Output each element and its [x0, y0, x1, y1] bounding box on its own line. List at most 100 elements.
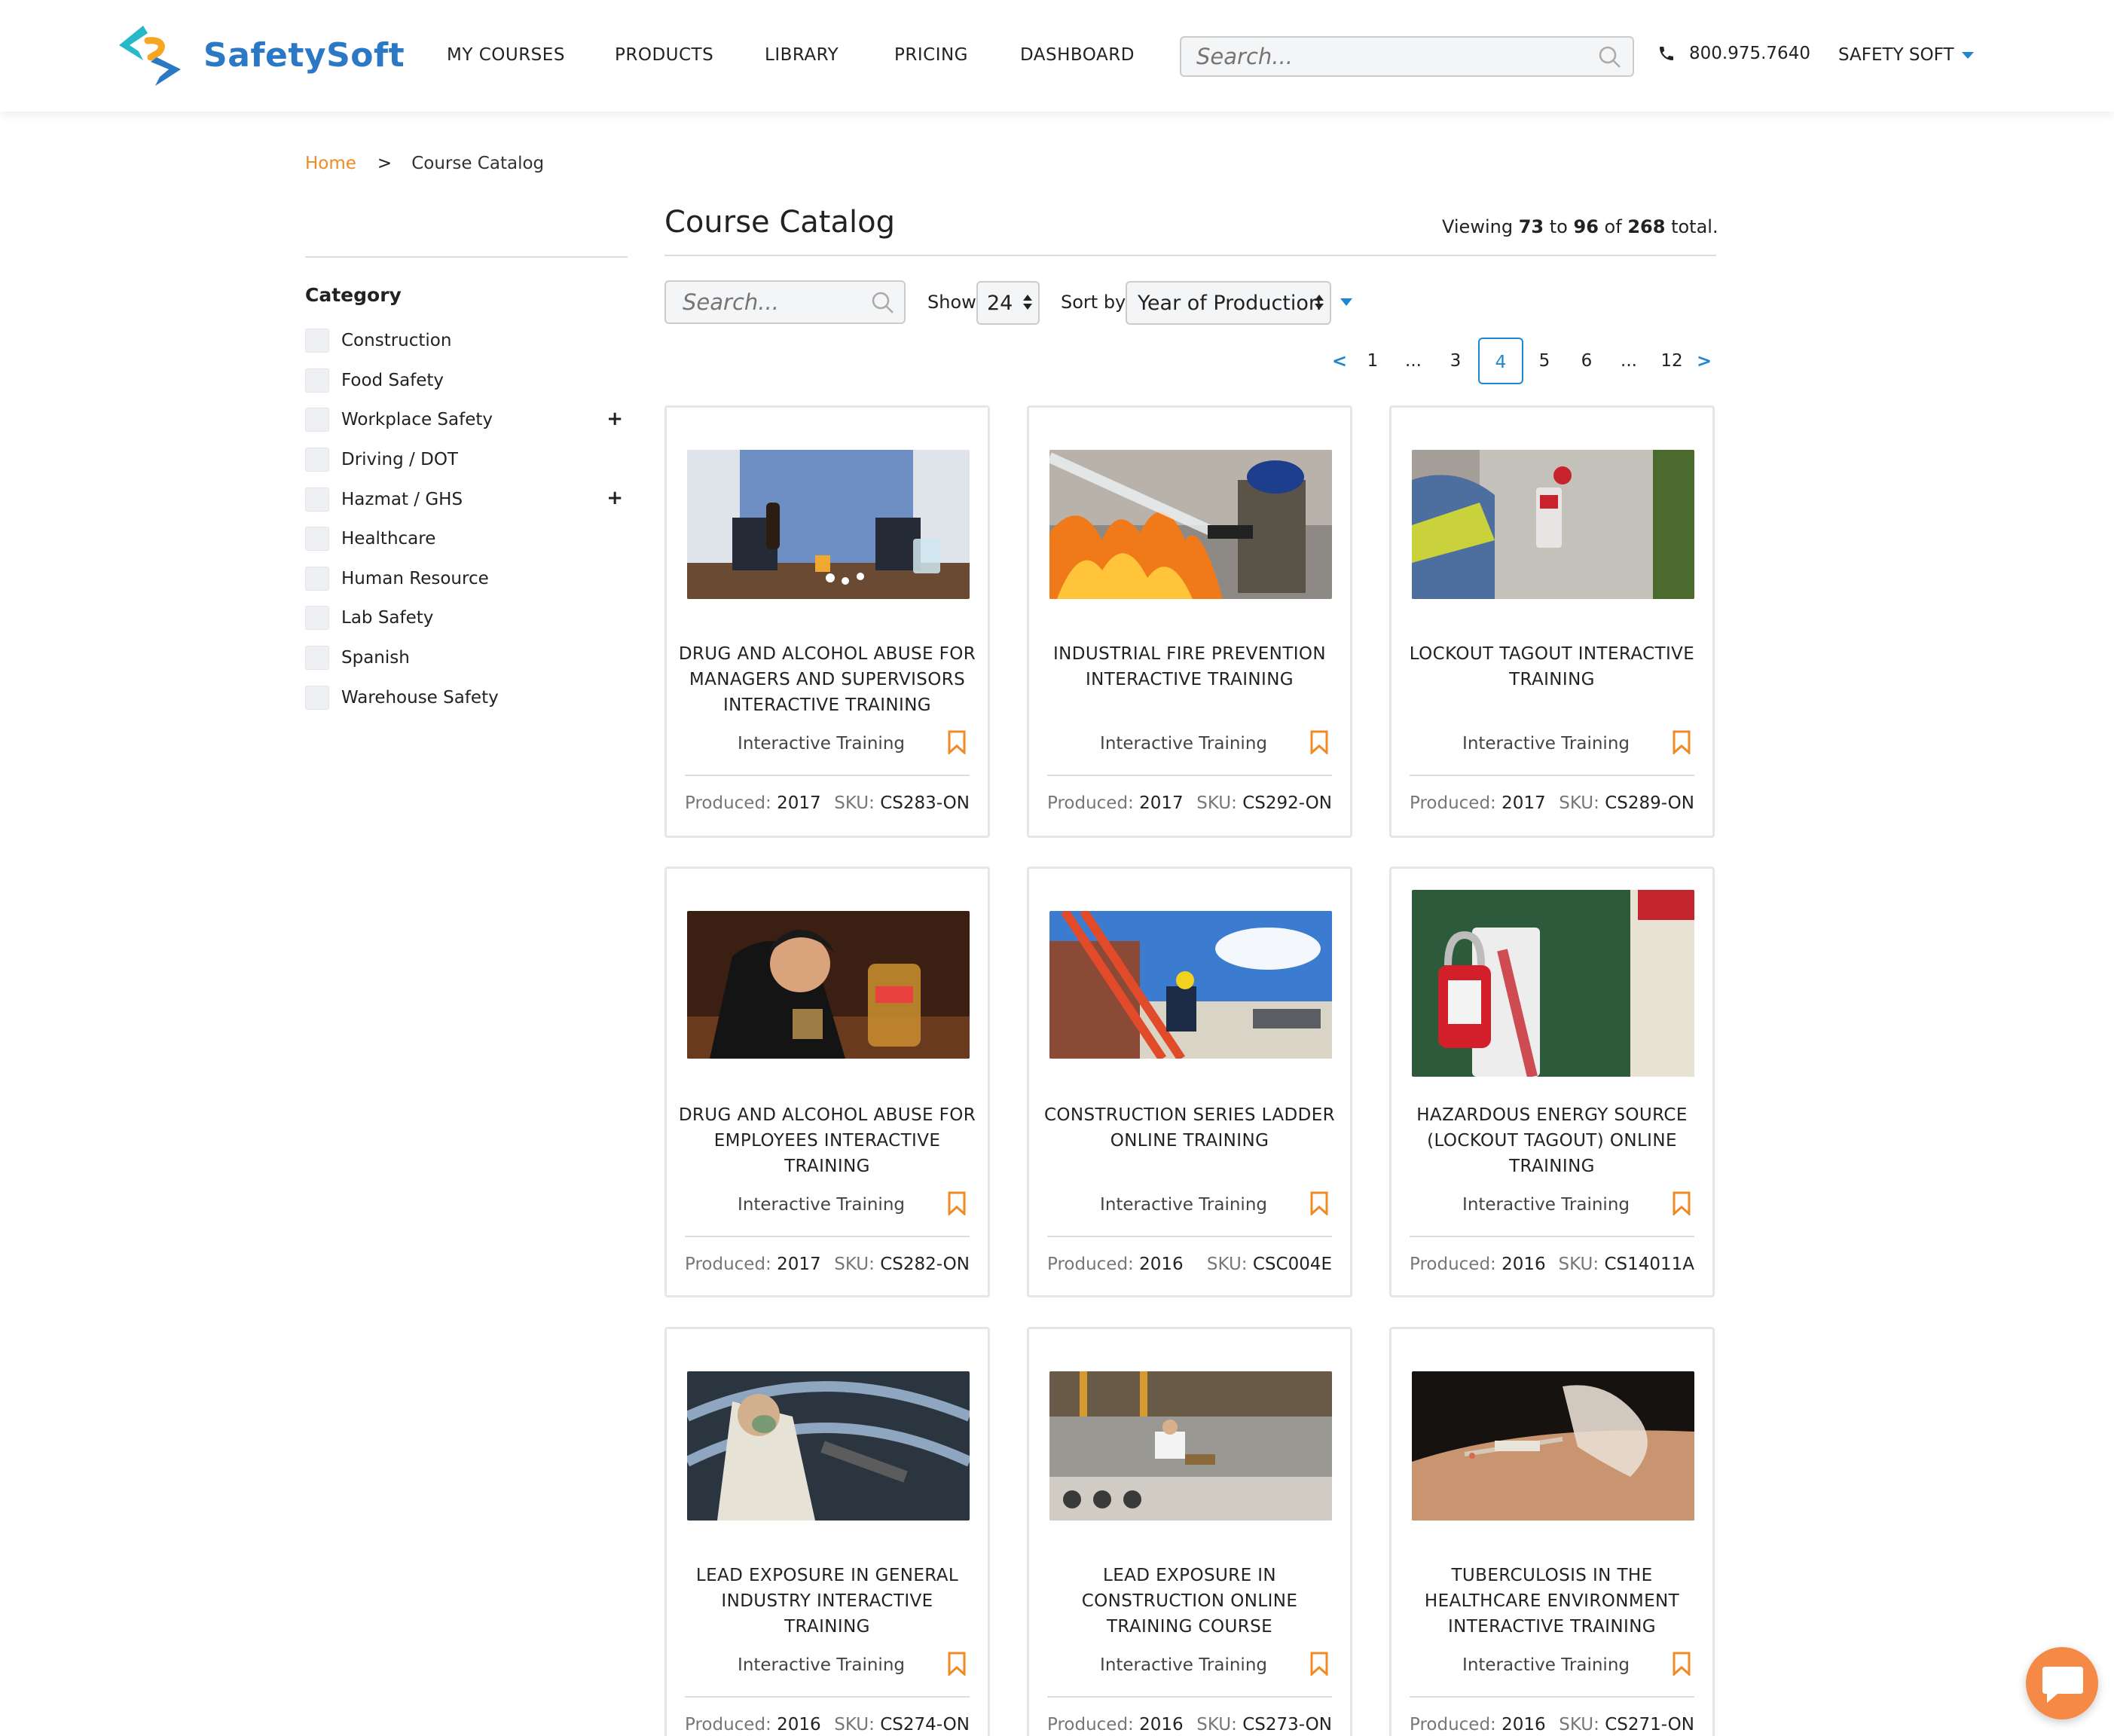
course-image[interactable] [1049, 1371, 1332, 1521]
category-checkbox[interactable] [305, 329, 329, 353]
produced-year: Produced: 2017 [685, 793, 821, 813]
catalog-search [664, 280, 906, 324]
category-item-human-resource[interactable]: Human Resource [305, 559, 629, 599]
pagination-prev[interactable]: < [1330, 338, 1349, 384]
bookmark-icon[interactable] [947, 1652, 967, 1676]
pagination-page[interactable]: 6 [1578, 338, 1596, 384]
logo-mark-icon [119, 26, 181, 86]
sku: SKU: CS283-ON [834, 793, 970, 813]
course-card[interactable]: DRUG AND ALCOHOL ABUSE FOR MANAGERS AND … [664, 405, 990, 838]
bookmark-icon[interactable] [1672, 1191, 1691, 1215]
course-image[interactable] [1412, 1371, 1694, 1521]
card-divider [685, 1696, 970, 1698]
course-image[interactable] [687, 911, 970, 1059]
category-item-driving-dot[interactable]: Driving / DOT [305, 440, 629, 480]
nav-products[interactable]: PRODUCTS [615, 45, 713, 65]
category-item-warehouse-safety[interactable]: Warehouse Safety [305, 677, 629, 717]
category-checkbox[interactable] [305, 527, 329, 552]
pagination-next[interactable]: > [1695, 338, 1713, 384]
bookmark-icon[interactable] [1672, 1652, 1691, 1676]
breadcrumb-home[interactable]: Home [305, 154, 356, 173]
header-search-input[interactable] [1181, 38, 1573, 75]
course-card[interactable]: LEAD EXPOSURE IN CONSTRUCTION ONLINE TRA… [1027, 1327, 1352, 1736]
sort-direction-icon[interactable] [1340, 298, 1352, 306]
sku-label: SKU: [834, 1715, 875, 1734]
bookmark-icon[interactable] [947, 1191, 967, 1215]
sku-label: SKU: [834, 793, 875, 813]
category-checkbox[interactable] [305, 646, 329, 671]
course-image[interactable] [1412, 890, 1694, 1077]
pagination-page[interactable]: 5 [1535, 338, 1553, 384]
category-item-spanish[interactable]: Spanish [305, 638, 629, 678]
course-card[interactable]: LEAD EXPOSURE IN GENERAL INDUSTRY INTERA… [664, 1327, 990, 1736]
category-checkbox[interactable] [305, 566, 329, 591]
search-icon[interactable] [871, 291, 895, 315]
course-card[interactable]: DRUG AND ALCOHOL ABUSE FOR EMPLOYEES INT… [664, 866, 990, 1297]
category-checkbox[interactable] [305, 685, 329, 710]
expand-icon[interactable]: + [606, 408, 623, 430]
logo[interactable]: SafetySoft [113, 23, 405, 87]
course-title[interactable]: LEAD EXPOSURE IN CONSTRUCTION ONLINE TRA… [1029, 1563, 1350, 1640]
course-card[interactable]: INDUSTRIAL FIRE PREVENTION INTERACTIVE T… [1027, 405, 1352, 838]
course-card[interactable]: HAZARDOUS ENERGY SOURCE (LOCKOUT TAGOUT)… [1389, 866, 1715, 1297]
pagination-page[interactable]: 12 [1659, 338, 1685, 384]
category-checkbox[interactable] [305, 487, 329, 512]
bookmark-icon[interactable] [1309, 730, 1329, 754]
nav-library[interactable]: LIBRARY [765, 45, 839, 65]
bookmark-icon[interactable] [947, 730, 967, 754]
category-item-hazmat-ghs[interactable]: Hazmat / GHS + [305, 479, 629, 519]
course-title[interactable]: LEAD EXPOSURE IN GENERAL INDUSTRY INTERA… [667, 1563, 988, 1640]
category-checkbox[interactable] [305, 368, 329, 393]
produced-value: 2017 [777, 1255, 821, 1274]
course-title[interactable]: CONSTRUCTION SERIES LADDER ONLINE TRAINI… [1029, 1102, 1350, 1154]
nav-dashboard[interactable]: DASHBOARD [1020, 45, 1135, 65]
course-card[interactable]: LOCKOUT TAGOUT INTERACTIVE TRAINING Inte… [1389, 405, 1715, 838]
course-image[interactable] [1412, 450, 1694, 599]
bookmark-icon[interactable] [1309, 1191, 1329, 1215]
account-menu[interactable]: SAFETY SOFT [1838, 45, 1974, 65]
category-checkbox[interactable] [305, 448, 329, 472]
viewing-from: 73 [1518, 216, 1544, 237]
course-card[interactable]: CONSTRUCTION SERIES LADDER ONLINE TRAINI… [1027, 866, 1352, 1297]
course-image[interactable] [687, 1371, 970, 1521]
course-title[interactable]: INDUSTRIAL FIRE PREVENTION INTERACTIVE T… [1029, 641, 1350, 692]
course-image[interactable] [687, 450, 970, 599]
category-item-food-safety[interactable]: Food Safety [305, 361, 629, 401]
category-item-lab-safety[interactable]: Lab Safety [305, 598, 629, 638]
category-item-workplace-safety[interactable]: Workplace Safety + [305, 400, 629, 440]
course-image-lead-general-industry [687, 1371, 970, 1521]
bookmark-icon[interactable] [1309, 1652, 1329, 1676]
course-card[interactable]: TUBERCULOSIS IN THE HEALTHCARE ENVIRONME… [1389, 1327, 1715, 1736]
viewing-of-word: of [1604, 216, 1622, 237]
produced-year: Produced: 2017 [685, 1255, 821, 1274]
produced-label: Produced: [1410, 1255, 1496, 1274]
pagination-page[interactable]: 3 [1447, 338, 1465, 384]
course-title[interactable]: TUBERCULOSIS IN THE HEALTHCARE ENVIRONME… [1392, 1563, 1712, 1640]
category-checkbox[interactable] [305, 606, 329, 631]
category-checkbox[interactable] [305, 408, 329, 432]
nav-my-courses[interactable]: MY COURSES [447, 45, 565, 65]
bookmark-icon[interactable] [1672, 730, 1691, 754]
course-image[interactable] [1049, 911, 1332, 1059]
show-count-select[interactable]: 24 [976, 281, 1040, 325]
phone-link[interactable]: 800.975.7640 [1657, 44, 1810, 63]
chat-button[interactable] [2026, 1647, 2098, 1719]
search-icon[interactable] [1598, 45, 1622, 69]
breadcrumb-separator: > [377, 154, 393, 173]
produced-year: Produced: 2016 [1047, 1255, 1184, 1274]
category-item-healthcare[interactable]: Healthcare [305, 519, 629, 559]
pagination-page-active[interactable]: 4 [1478, 338, 1523, 384]
pagination-page[interactable]: 1 [1364, 338, 1382, 384]
nav-pricing[interactable]: PRICING [894, 45, 968, 65]
catalog-search-input[interactable] [666, 282, 854, 322]
course-title[interactable]: DRUG AND ALCOHOL ABUSE FOR MANAGERS AND … [667, 641, 988, 718]
results-count: Viewing 73 to 96 of 268 total. [1442, 216, 1718, 237]
expand-icon[interactable]: + [606, 487, 623, 509]
course-image[interactable] [1049, 450, 1332, 599]
course-title[interactable]: HAZARDOUS ENERGY SOURCE (LOCKOUT TAGOUT)… [1392, 1102, 1712, 1179]
category-item-construction[interactable]: Construction [305, 321, 629, 361]
course-title[interactable]: DRUG AND ALCOHOL ABUSE FOR EMPLOYEES INT… [667, 1102, 988, 1179]
sort-select[interactable]: Year of Production [1126, 281, 1331, 325]
course-title[interactable]: LOCKOUT TAGOUT INTERACTIVE TRAINING [1392, 641, 1712, 692]
sku-label: SKU: [834, 1255, 875, 1274]
